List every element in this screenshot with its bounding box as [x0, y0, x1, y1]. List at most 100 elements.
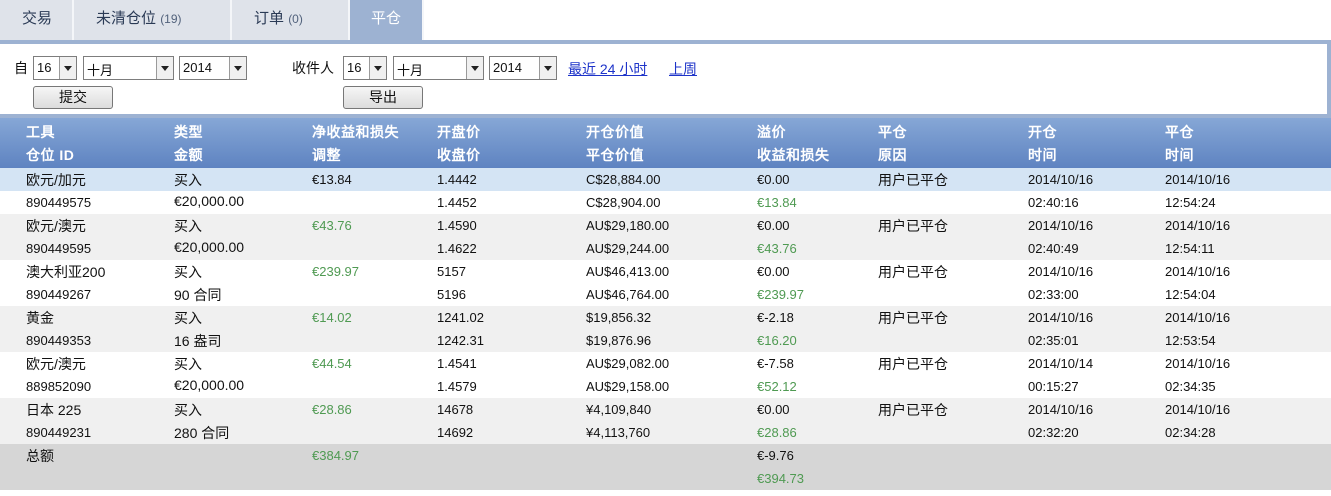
cell-close-date: 2014/10/16 — [1165, 264, 1231, 279]
cell-net: €44.54 — [312, 356, 352, 371]
select-value: 16 — [37, 60, 52, 75]
cell-open-time: 02:40:49 — [1028, 241, 1079, 256]
total-pl: €394.73 — [757, 471, 804, 486]
to-year-select[interactable]: 2014 — [489, 56, 557, 80]
cell-open-time: 02:40:16 — [1028, 195, 1079, 210]
cell-type: 买入 — [174, 356, 202, 372]
cell-premium: €-2.18 — [757, 310, 794, 325]
cell-close-time: 02:34:28 — [1165, 425, 1216, 440]
col-type[interactable]: 类型 — [174, 122, 203, 142]
cell-open-date: 2014/10/16 — [1028, 218, 1094, 233]
cell-amount: 16 盎司 — [174, 333, 222, 349]
tab-label: 平仓 — [370, 10, 401, 27]
table-row[interactable]: 890449353 16 盎司 1242.31 $19,876.96 €16.20 02:… — [0, 329, 1331, 352]
col-open-time[interactable]: 时间 — [1028, 145, 1057, 165]
cell-close: 1242.31 — [437, 333, 484, 348]
cell-instrument: 澳大利亚200 — [26, 264, 106, 280]
cell-close-time: 12:54:04 — [1165, 287, 1216, 302]
tab-count: (0) — [288, 12, 303, 26]
col-open-price[interactable]: 开盘价 — [437, 122, 481, 142]
cell-net: €13.84 — [312, 172, 352, 187]
col-close-price[interactable]: 收盘价 — [437, 145, 481, 165]
col-open[interactable]: 开仓 — [1028, 122, 1057, 142]
tab-open-positions[interactable]: 未清仓位 (19) — [74, 0, 232, 40]
cell-premium: €0.00 — [757, 218, 790, 233]
table-row[interactable]: 890449231 280 合同 14692 ¥4,113,760 €28.86 02:3… — [0, 421, 1331, 444]
cell-close-date: 2014/10/16 — [1165, 218, 1231, 233]
from-label: 自 — [14, 60, 28, 76]
table-row[interactable]: 澳大利亚200 买入 €239.97 5157 AU$46,413.00 €0.00 用户已… — [0, 260, 1331, 283]
table-row[interactable]: 欧元/加元 买入 €13.84 1.4442 C$28,884.00 €0.00 用户已平仓… — [0, 168, 1331, 191]
cell-id: 890449595 — [26, 241, 92, 256]
total-row: 总额 €384.97 €-9.76 — [0, 444, 1331, 467]
cell-amount: €20,000.00 — [174, 193, 245, 209]
from-year-select[interactable]: 2014 — [179, 56, 247, 80]
table-row[interactable]: 欧元/澳元 买入 €43.76 1.4590 AU$29,180.00 €0.00 用户已平… — [0, 214, 1331, 237]
cell-net: €14.02 — [312, 310, 352, 325]
to-label: 收件人 — [292, 60, 334, 76]
cell-pl: €43.76 — [757, 241, 797, 256]
cell-open: 14678 — [437, 402, 474, 417]
cell-close-time: 12:53:54 — [1165, 333, 1216, 348]
cell-open: 5157 — [437, 264, 466, 279]
cell-close-date: 2014/10/16 — [1165, 172, 1231, 187]
chevron-down-icon — [59, 57, 76, 79]
tab-trade[interactable]: 交易 — [0, 0, 74, 40]
cell-open: 1.4442 — [437, 172, 477, 187]
col-open-value[interactable]: 开仓价值 — [586, 122, 644, 142]
cell-close-time: 12:54:11 — [1165, 241, 1215, 256]
col-close[interactable]: 平仓 — [878, 122, 907, 142]
cell-open-time: 02:32:20 — [1028, 425, 1079, 440]
table-row[interactable]: 889852090 €20,000.00 1.4579 AU$29,158.00 €52… — [0, 375, 1331, 398]
col-position-id[interactable]: 仓位 ID — [26, 145, 74, 165]
select-value: 2014 — [183, 60, 212, 75]
to-day-select[interactable]: 16 — [343, 56, 387, 80]
export-button[interactable]: 导出 — [343, 86, 423, 109]
table-row[interactable]: 890449595 €20,000.00 1.4622 AU$29,244.00 €43… — [0, 237, 1331, 260]
cell-type: 买入 — [174, 218, 202, 234]
col-close-value[interactable]: 平仓价值 — [586, 145, 644, 165]
table-row[interactable]: 欧元/澳元 买入 €44.54 1.4541 AU$29,082.00 €-7.58 用户已… — [0, 352, 1331, 375]
cell-open-time: 02:33:00 — [1028, 287, 1079, 302]
select-value: 十月 — [397, 63, 424, 78]
table-row[interactable]: 日本 225 买入 €28.86 14678 ¥4,109,840 €0.00 用户已平仓 2… — [0, 398, 1331, 421]
cell-id: 890449231 — [26, 425, 92, 440]
cell-id: 890449575 — [26, 195, 92, 210]
cell-close-val: AU$46,764.00 — [586, 287, 670, 302]
cell-reason: 用户已平仓 — [878, 172, 948, 188]
submit-button[interactable]: 提交 — [33, 86, 113, 109]
cell-open-time: 02:35:01 — [1028, 333, 1079, 348]
col-adjustment[interactable]: 调整 — [312, 145, 341, 165]
cell-close-date: 2014/10/16 — [1165, 310, 1231, 325]
from-month-select[interactable]: 十月 — [83, 56, 174, 80]
col-premium[interactable]: 溢价 — [757, 122, 786, 142]
last-week-link[interactable]: 上周 — [669, 59, 697, 79]
cell-amount: €20,000.00 — [174, 377, 245, 393]
select-value: 16 — [347, 60, 362, 75]
cell-instrument: 欧元/澳元 — [26, 356, 86, 372]
table-row[interactable]: 890449267 90 合同 5196 AU$46,764.00 €239.97 02:… — [0, 283, 1331, 306]
table-row[interactable]: 890449575 €20,000.00 1.4452 C$28,904.00 €13.… — [0, 191, 1331, 214]
tab-label: 交易 — [22, 10, 53, 27]
tab-closed-positions[interactable]: 平仓 — [350, 0, 424, 40]
last-24-hours-link[interactable]: 最近 24 小时 — [568, 59, 647, 79]
total-label: 总额 — [26, 448, 54, 464]
col-close2[interactable]: 平仓 — [1165, 122, 1194, 142]
chevron-down-icon — [229, 57, 246, 79]
tab-orders[interactable]: 订单 (0) — [232, 0, 350, 40]
to-month-select[interactable]: 十月 — [393, 56, 484, 80]
col-close-time[interactable]: 时间 — [1165, 145, 1194, 165]
col-reason[interactable]: 原因 — [878, 145, 907, 165]
from-day-select[interactable]: 16 — [33, 56, 77, 80]
table-row[interactable]: 黄金 买入 €14.02 1241.02 $19,856.32 €-2.18 用户已平仓 20… — [0, 306, 1331, 329]
cell-premium: €-7.58 — [757, 356, 794, 371]
cell-amount: 280 合同 — [174, 425, 230, 441]
cell-close-val: ¥4,113,760 — [586, 425, 651, 440]
cell-open-time: 00:15:27 — [1028, 379, 1079, 394]
col-amount[interactable]: 金额 — [174, 145, 203, 165]
col-instrument[interactable]: 工具 — [26, 122, 55, 142]
col-net-pl[interactable]: 净收益和损失 — [312, 122, 399, 142]
col-pl[interactable]: 收益和损失 — [757, 145, 830, 165]
cell-close-time: 02:34:35 — [1165, 379, 1216, 394]
total-net: €384.97 — [312, 448, 359, 463]
